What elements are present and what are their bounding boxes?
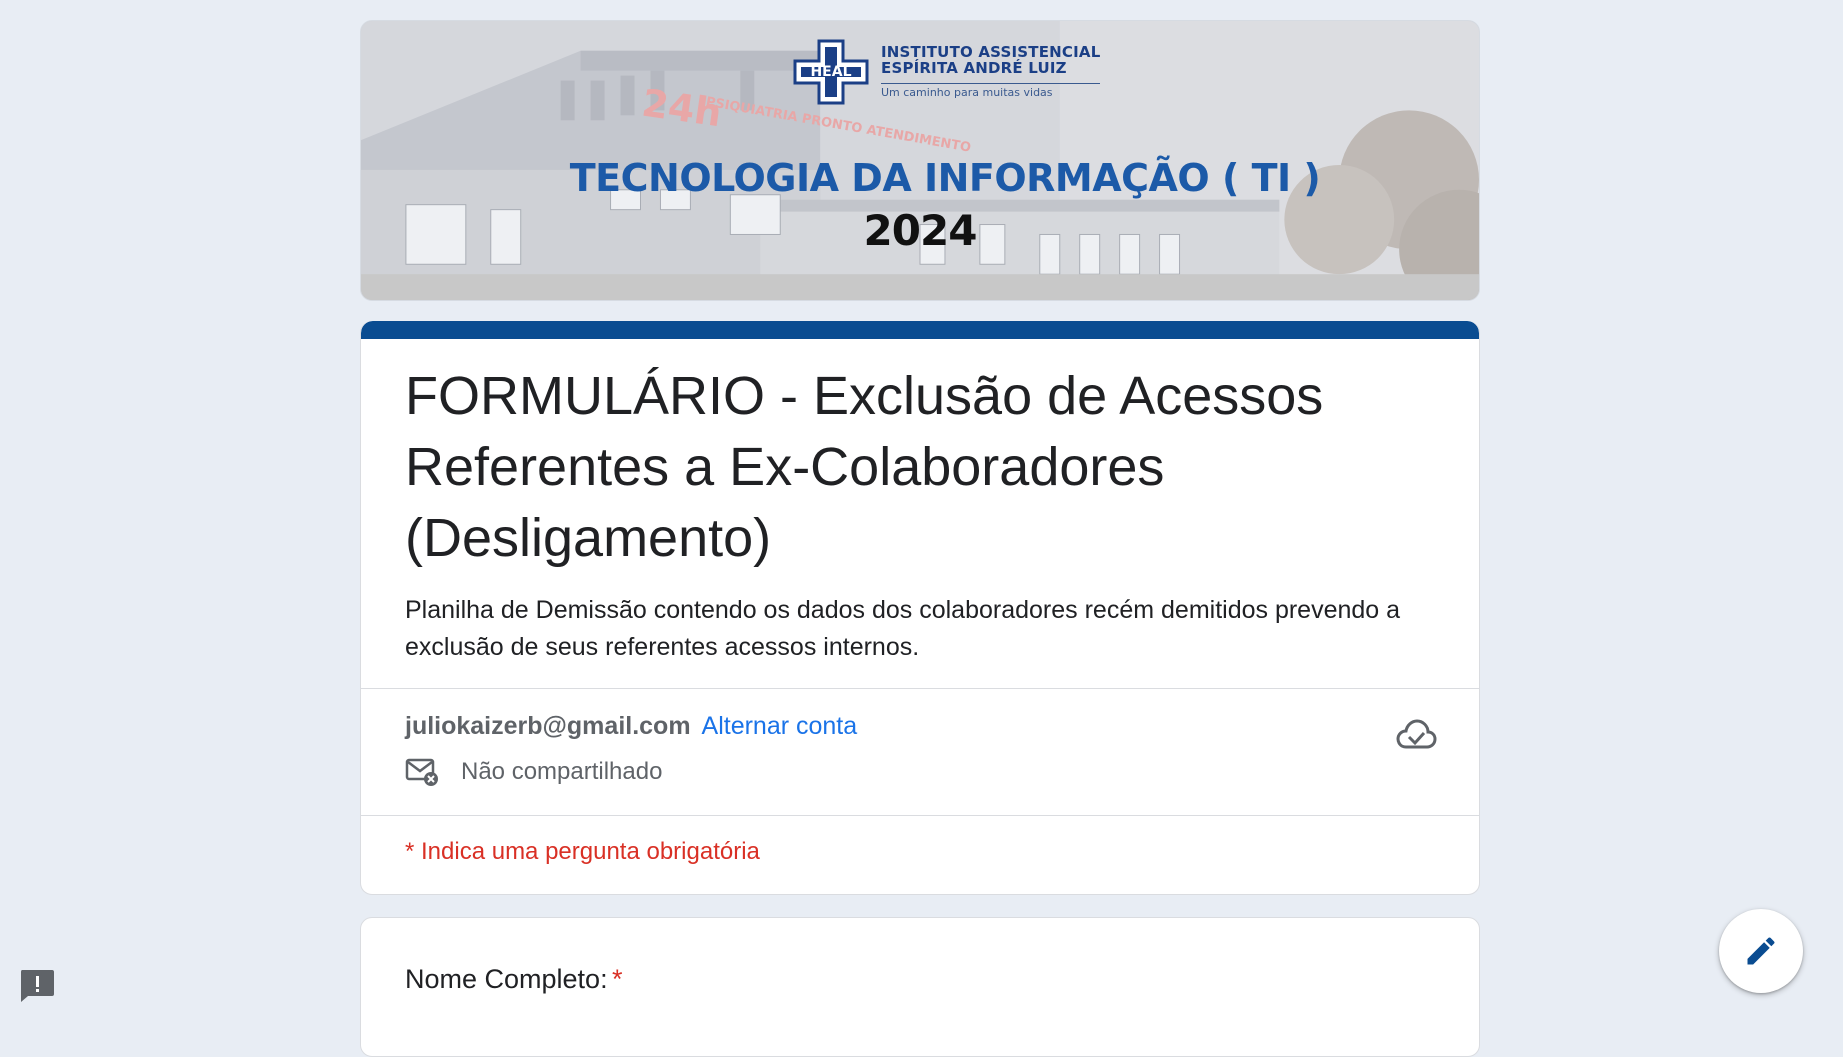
cloud-check-icon — [1396, 719, 1437, 749]
not-shared-row: Não compartilhado — [405, 757, 1435, 787]
account-block: juliokaizerb@gmail.com Alternar conta Nã… — [361, 689, 1479, 815]
account-email: juliokaizerb@gmail.com — [405, 712, 691, 740]
logo-line2: ESPÍRITA ANDRÉ LUIZ — [881, 59, 1067, 78]
account-row: juliokaizerb@gmail.com Alternar conta — [405, 709, 1435, 743]
form-container: 24h PSIQUIATRIA PRONTO ATENDIMENTO HEAL … — [360, 20, 1480, 1057]
title-block: FORMULÁRIO - Exclusão de Acessos Referen… — [361, 339, 1479, 688]
form-description: Planilha de Demissão contendo os dados d… — [405, 596, 1401, 661]
mail-not-shared-icon — [405, 758, 438, 786]
logo-text: INSTITUTO ASSISTENCIAL ESPÍRITA ANDRÉ LU… — [881, 45, 1101, 99]
form-title-card: FORMULÁRIO - Exclusão de Acessos Referen… — [360, 321, 1480, 895]
question-label: Nome Completo: — [405, 964, 608, 994]
institute-logo: HEAL INSTITUTO ASSISTENCIAL ESPÍRITA AND… — [791, 39, 1101, 105]
required-note: * Indica uma pergunta obrigatória — [405, 838, 760, 865]
banner-year: 2024 — [863, 206, 978, 255]
feedback-button[interactable] — [18, 968, 56, 1004]
feedback-icon — [21, 970, 54, 1002]
heal-cross-icon: HEAL — [793, 39, 869, 105]
logo-mark-text: HEAL — [810, 64, 851, 80]
not-shared-label: Não compartilhado — [461, 758, 663, 785]
accent-bar — [361, 321, 1479, 339]
logo-tagline: Um caminho para muitas vidas — [881, 82, 1101, 99]
form-title: FORMULÁRIO - Exclusão de Acessos Referen… — [405, 366, 1324, 568]
edit-button[interactable] — [1719, 909, 1803, 993]
header-banner: 24h PSIQUIATRIA PRONTO ATENDIMENTO HEAL … — [360, 20, 1480, 301]
required-asterisk: * — [612, 964, 623, 994]
question-card: Nome Completo: * — [360, 917, 1480, 1057]
switch-account-link[interactable]: Alternar conta — [702, 712, 858, 740]
banner-title: TECNOLOGIA DA INFORMAÇÃO ( TI ) — [569, 156, 1321, 200]
pencil-icon — [1747, 937, 1775, 965]
